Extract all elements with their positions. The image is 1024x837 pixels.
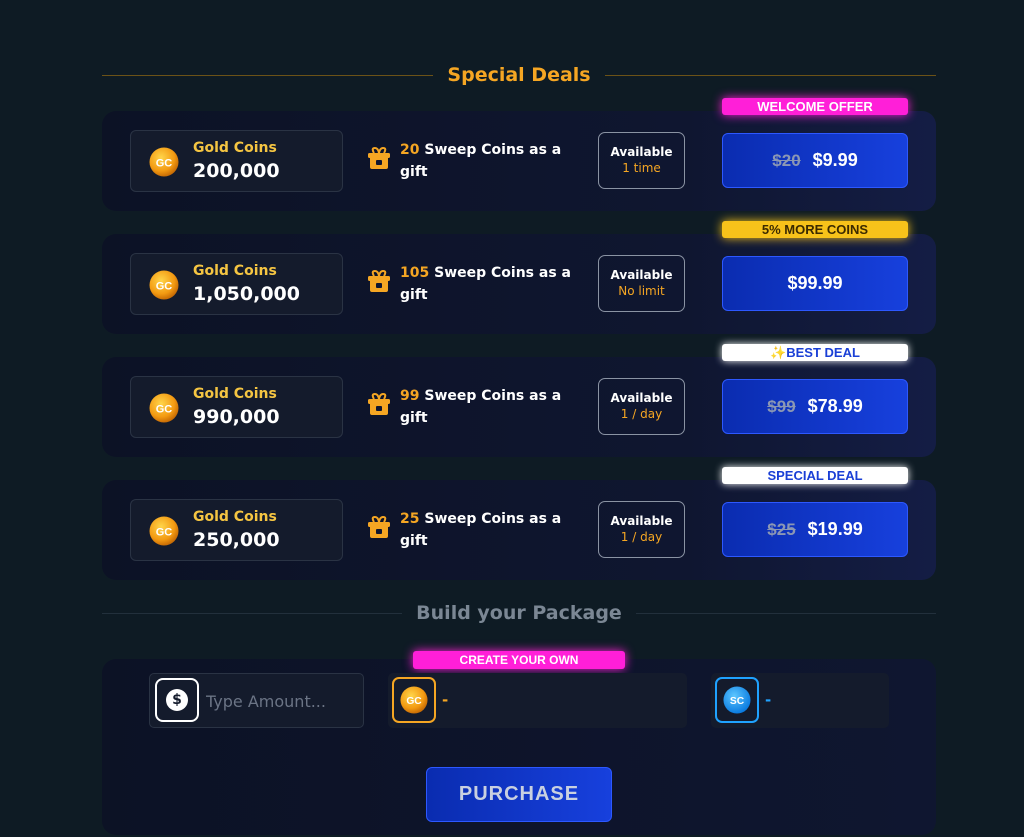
build-package-title: Build your Package <box>416 602 622 624</box>
price: $99.99 <box>787 273 843 293</box>
availability-label: Available <box>610 391 673 405</box>
gift-description: 105 Sweep Coins as a gift <box>400 262 580 306</box>
special-deals-title: Special Deals <box>447 64 591 86</box>
gift-count: 20 <box>400 142 420 158</box>
more-coins-badge: 5% MORE COINS <box>722 221 908 238</box>
coin-amount: 990,000 <box>193 406 280 428</box>
coin-label: Gold Coins <box>193 140 277 156</box>
build-package-header: Build your Package <box>102 602 936 624</box>
gold-coin-icon: GC <box>149 270 179 300</box>
special-deal-badge: SPECIAL DEAL <box>722 467 908 484</box>
old-price: $25 <box>767 519 796 539</box>
gold-coins-box: GC Gold Coins 1,050,000 <box>130 253 343 315</box>
gift-count: 99 <box>400 388 420 404</box>
gift-text: Sweep Coins as a gift <box>400 388 562 426</box>
gold-coins-output: GC - <box>388 673 687 728</box>
sc-value: - <box>765 691 772 709</box>
svg-text:SC: SC <box>730 696 745 707</box>
gift-description: 99 Sweep Coins as a gift <box>400 385 580 429</box>
purchase-button[interactable]: PURCHASE <box>426 767 612 822</box>
create-your-own-badge: CREATE YOUR OWN <box>413 651 625 669</box>
availability-value: 1 / day <box>620 530 663 544</box>
dollar-icon: $ <box>155 678 199 722</box>
svg-text:GC: GC <box>156 281 173 293</box>
gift-text: Sweep Coins as a gift <box>400 142 562 180</box>
sc-icon-box: SC <box>715 677 759 723</box>
gold-coin-icon: GC <box>149 147 179 177</box>
gold-coin-icon: GC <box>149 516 179 546</box>
availability-label: Available <box>610 268 673 282</box>
svg-text:GC: GC <box>156 404 173 416</box>
price: $9.99 <box>812 150 858 170</box>
gift-description: 20 Sweep Coins as a gift <box>400 139 580 183</box>
gold-coins-box: GC Gold Coins 200,000 <box>130 130 343 192</box>
deal-card: GC Gold Coins 250,000 25 Sweep Coins as … <box>102 480 936 580</box>
gift-icon <box>368 516 390 538</box>
availability-label: Available <box>610 145 673 159</box>
gold-coin-icon: GC <box>400 686 428 714</box>
buy-button[interactable]: $25 $19.99 <box>722 502 908 557</box>
gold-coins-box: GC Gold Coins 990,000 <box>130 376 343 438</box>
gift-text: Sweep Coins as a gift <box>400 511 562 549</box>
old-price: $99 <box>767 396 796 416</box>
special-deals-header: Special Deals <box>102 64 937 86</box>
welcome-offer-badge: WELCOME OFFER <box>722 98 908 115</box>
divider-line <box>102 612 403 614</box>
coin-amount: 200,000 <box>193 160 280 182</box>
availability-box: Available 1 / day <box>598 501 685 558</box>
svg-text:GC: GC <box>406 696 422 707</box>
price: $19.99 <box>807 519 863 539</box>
buy-button[interactable]: $20 $9.99 <box>722 133 908 188</box>
availability-box: Available No limit <box>598 255 685 312</box>
coin-label: Gold Coins <box>193 386 277 402</box>
divider-line <box>604 74 937 76</box>
divider-line <box>635 612 936 614</box>
availability-label: Available <box>610 514 673 528</box>
dollar-sign: $ <box>166 689 188 711</box>
buy-button[interactable]: $99 $78.99 <box>722 379 908 434</box>
gift-count: 25 <box>400 511 420 527</box>
gc-icon-box: GC <box>392 677 436 723</box>
availability-value: No limit <box>618 284 665 298</box>
svg-text:GC: GC <box>156 527 173 539</box>
availability-box: Available 1 / day <box>598 378 685 435</box>
amount-field: $ <box>149 673 364 728</box>
gift-icon <box>368 147 390 169</box>
availability-value: 1 / day <box>620 407 663 421</box>
gift-icon <box>368 270 390 292</box>
buy-button[interactable]: $99.99 <box>722 256 908 311</box>
divider-line <box>102 74 434 76</box>
deal-card: GC Gold Coins 990,000 99 Sweep Coins as … <box>102 357 936 457</box>
svg-text:GC: GC <box>156 158 173 170</box>
deal-card: GC Gold Coins 200,000 20 Sweep Coins as … <box>102 111 936 211</box>
sweep-coins-output: SC - <box>711 673 889 728</box>
coin-amount: 250,000 <box>193 529 280 551</box>
best-deal-badge: ✨BEST DEAL <box>722 344 908 361</box>
gold-coins-box: GC Gold Coins 250,000 <box>130 499 343 561</box>
coin-amount: 1,050,000 <box>193 283 300 305</box>
coin-label: Gold Coins <box>193 509 277 525</box>
old-price: $20 <box>772 150 801 170</box>
price: $78.99 <box>807 396 863 416</box>
sweep-coin-icon: SC <box>723 686 751 714</box>
gc-value: - <box>442 691 449 709</box>
gift-description: 25 Sweep Coins as a gift <box>400 508 580 552</box>
gift-count: 105 <box>400 265 430 281</box>
availability-box: Available 1 time <box>598 132 685 189</box>
amount-input[interactable] <box>206 688 356 714</box>
availability-value: 1 time <box>622 161 661 175</box>
deal-card: GC Gold Coins 1,050,000 105 Sweep Coins … <box>102 234 936 334</box>
coin-label: Gold Coins <box>193 263 277 279</box>
gold-coin-icon: GC <box>149 393 179 423</box>
gift-icon <box>368 393 390 415</box>
